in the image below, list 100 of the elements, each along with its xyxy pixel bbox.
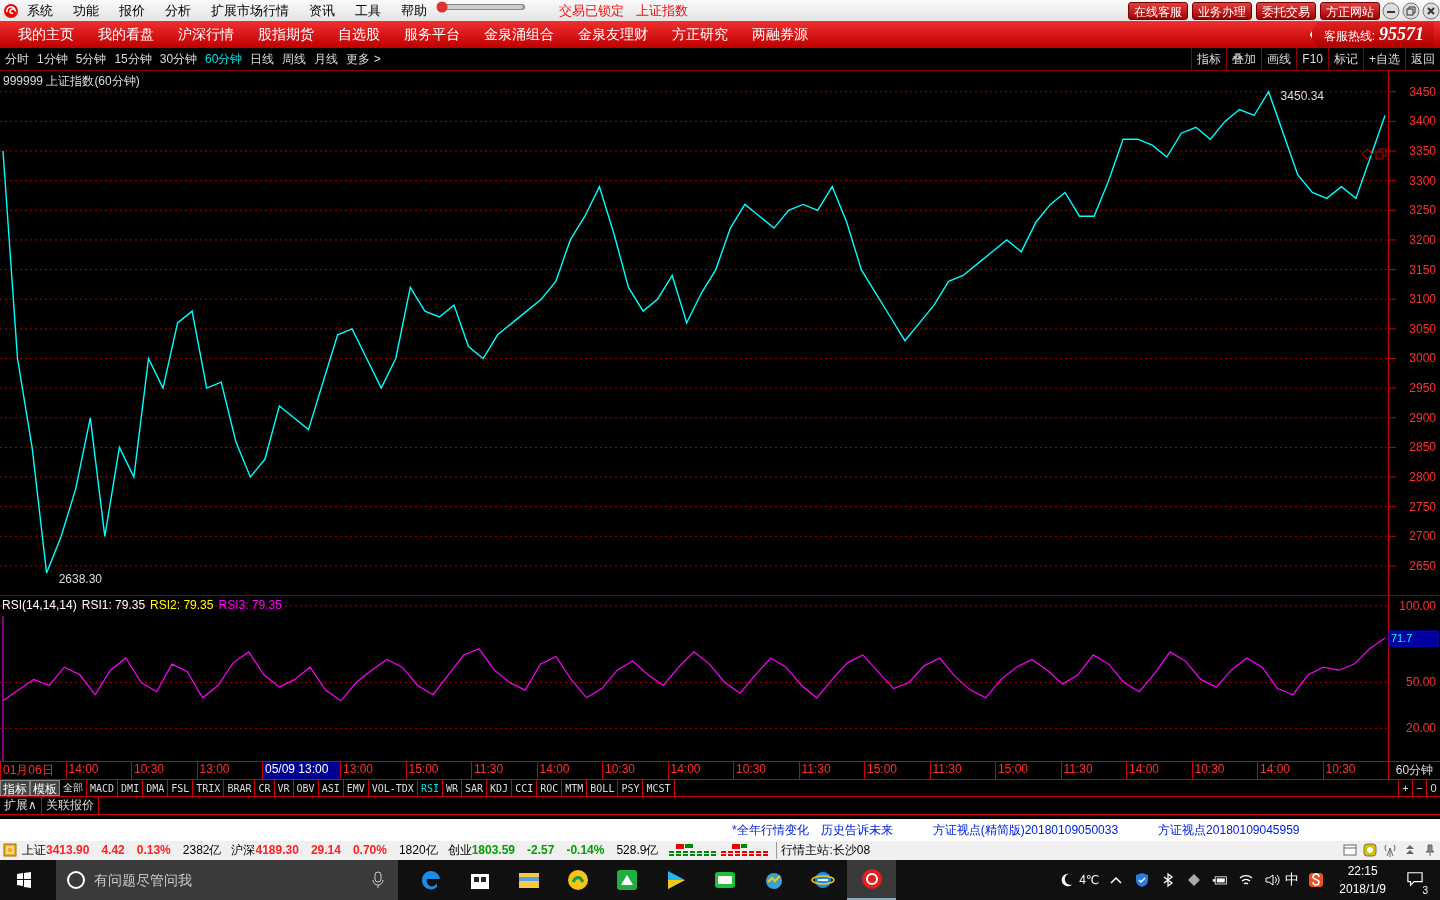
indicator-tab[interactable]: TRIX: [193, 780, 225, 797]
volume-icon[interactable]: [1264, 872, 1281, 888]
diamond-icon[interactable]: [1186, 872, 1203, 888]
period-label: 60分钟: [1388, 762, 1440, 780]
swirl-app-icon: [859, 867, 884, 891]
mode-button[interactable]: 指标: [0, 780, 30, 797]
axis-label: 2900: [1409, 411, 1436, 426]
indicator-tab[interactable]: ROC: [537, 780, 563, 797]
header-button[interactable]: 在线客服: [1128, 1, 1188, 20]
microphone-icon[interactable]: [372, 871, 384, 889]
menu-item[interactable]: 分析: [165, 1, 191, 20]
axis-label: 50.00: [1405, 675, 1436, 690]
search-field[interactable]: 有问题尽管问我: [92, 871, 372, 889]
time-label: 01月06日: [0, 762, 66, 780]
time-label: 10:30: [733, 762, 799, 780]
menu-item[interactable]: 扩展市场行情: [211, 1, 289, 20]
header-button[interactable]: 业务办理: [1192, 1, 1252, 20]
indicator-tab[interactable]: DMI: [118, 780, 144, 797]
nav-item[interactable]: 两融券源: [752, 25, 808, 44]
nav-item[interactable]: 金泉友理财: [578, 25, 648, 44]
news-link[interactable]: 历史告诉未来: [820, 821, 893, 839]
restore-icon[interactable]: [1402, 1, 1420, 20]
diamond-icon[interactable]: [1361, 148, 1373, 160]
menu-item[interactable]: 系统: [27, 1, 53, 20]
nav-item[interactable]: 方正研究: [672, 25, 728, 44]
indicator-tab[interactable]: CCI: [512, 780, 538, 797]
period-tab[interactable]: 更多 >: [346, 50, 381, 68]
nav-item[interactable]: 我的看盘: [98, 25, 154, 44]
news-link[interactable]: *全年行情变化: [732, 821, 809, 839]
menu-item[interactable]: 功能: [73, 1, 99, 20]
axis-label: 3350: [1409, 144, 1436, 159]
nav-item[interactable]: 金泉涌组合: [484, 25, 554, 44]
time-label: 10:30: [602, 762, 668, 780]
menu-item[interactable]: 资讯: [309, 1, 335, 20]
period-tab[interactable]: 1分钟: [37, 50, 68, 68]
header-button[interactable]: 委托交易: [1256, 1, 1316, 20]
panel-icon[interactable]: [1343, 843, 1357, 858]
clock-time[interactable]: 22:15: [1347, 862, 1378, 880]
extreme-value-label: 2638.30: [58, 572, 103, 587]
period-tab[interactable]: 月线: [314, 50, 339, 68]
axis-label: 3150: [1409, 262, 1436, 277]
notification-icon[interactable]: [1407, 870, 1423, 887]
axis-label: 2750: [1409, 500, 1436, 515]
news-link[interactable]: 方证视点20180109045959: [1158, 821, 1300, 839]
zoom-button[interactable]: 0: [1426, 780, 1440, 797]
close-icon[interactable]: [1422, 1, 1440, 20]
coin-icon[interactable]: [1363, 843, 1377, 858]
indicator-tab[interactable]: MACD: [87, 780, 119, 797]
index-volume: 528.9亿: [616, 841, 659, 859]
nav-item[interactable]: 股指期货: [258, 25, 314, 44]
news-link[interactable]: 方证视点(精简版)20180109050033: [932, 821, 1119, 839]
nav-item[interactable]: 沪深行情: [178, 25, 234, 44]
index-name: 沪深: [231, 841, 256, 859]
time-label: 15:00: [405, 762, 471, 780]
input-method-indicator[interactable]: 中: [1285, 871, 1300, 889]
period-tab[interactable]: 周线: [282, 50, 307, 68]
thermometer-slider-icon: [435, 0, 527, 13]
nav-item[interactable]: 自选股: [338, 25, 380, 44]
legend-item: RSI3: 79.35: [218, 598, 282, 613]
time-label: 10:30: [1191, 762, 1257, 780]
header-button[interactable]: 方正网站: [1320, 1, 1380, 20]
antenna-icon[interactable]: [1383, 843, 1397, 858]
time-label: 11:30: [929, 762, 995, 780]
time-label: 14:00: [536, 762, 602, 780]
period-tab[interactable]: 60分钟: [205, 50, 243, 68]
indicator-tab[interactable]: MCST: [643, 780, 675, 797]
period-tab[interactable]: 30分钟: [159, 50, 198, 68]
indicator-tab[interactable]: DMA: [143, 780, 169, 797]
menu-item[interactable]: 工具: [355, 1, 381, 20]
period-tab[interactable]: 日线: [250, 50, 275, 68]
legend-item: RSI(14,14,14): [2, 598, 77, 613]
nav-item[interactable]: 服务平台: [404, 25, 460, 44]
search-box[interactable]: 有问题尽管问我: [56, 860, 398, 900]
status-text: 上证指数: [636, 1, 688, 20]
time-label: 11:30: [798, 762, 864, 780]
windows-start-icon[interactable]: [16, 872, 32, 888]
menu-item[interactable]: 帮助: [401, 1, 427, 20]
indicator-tab[interactable]: MTM: [562, 780, 588, 797]
zoom-button[interactable]: −: [1412, 780, 1426, 797]
zoom-button[interactable]: +: [1398, 780, 1412, 797]
index-volume: 1820亿: [398, 841, 438, 859]
nav-item[interactable]: 我的主页: [18, 25, 74, 44]
index-name: 创业: [447, 841, 472, 859]
indicator-tab[interactable]: 全部: [60, 780, 87, 797]
indicator-tab[interactable]: KDJ: [487, 780, 513, 797]
shield-icon[interactable]: [1134, 872, 1151, 888]
minimize-icon[interactable]: [1382, 1, 1400, 20]
pin-icon[interactable]: [1423, 843, 1437, 858]
menu-item[interactable]: 报价: [119, 1, 145, 20]
mode-button[interactable]: 模板: [30, 780, 60, 797]
time-label: 13:00: [340, 762, 406, 780]
indicator-tab[interactable]: SAR: [462, 780, 488, 797]
period-tab[interactable]: 5分钟: [75, 50, 107, 68]
status-text: 交易已锁定: [559, 1, 624, 20]
period-tab[interactable]: 15分钟: [114, 50, 152, 68]
sogou-s-icon[interactable]: [1308, 872, 1325, 888]
clock-date[interactable]: 2018/1/9: [1339, 880, 1386, 898]
weather-text[interactable]: 4℃: [1079, 873, 1100, 887]
taskbar-app[interactable]: [847, 860, 896, 900]
period-tab[interactable]: 分时: [5, 50, 29, 68]
